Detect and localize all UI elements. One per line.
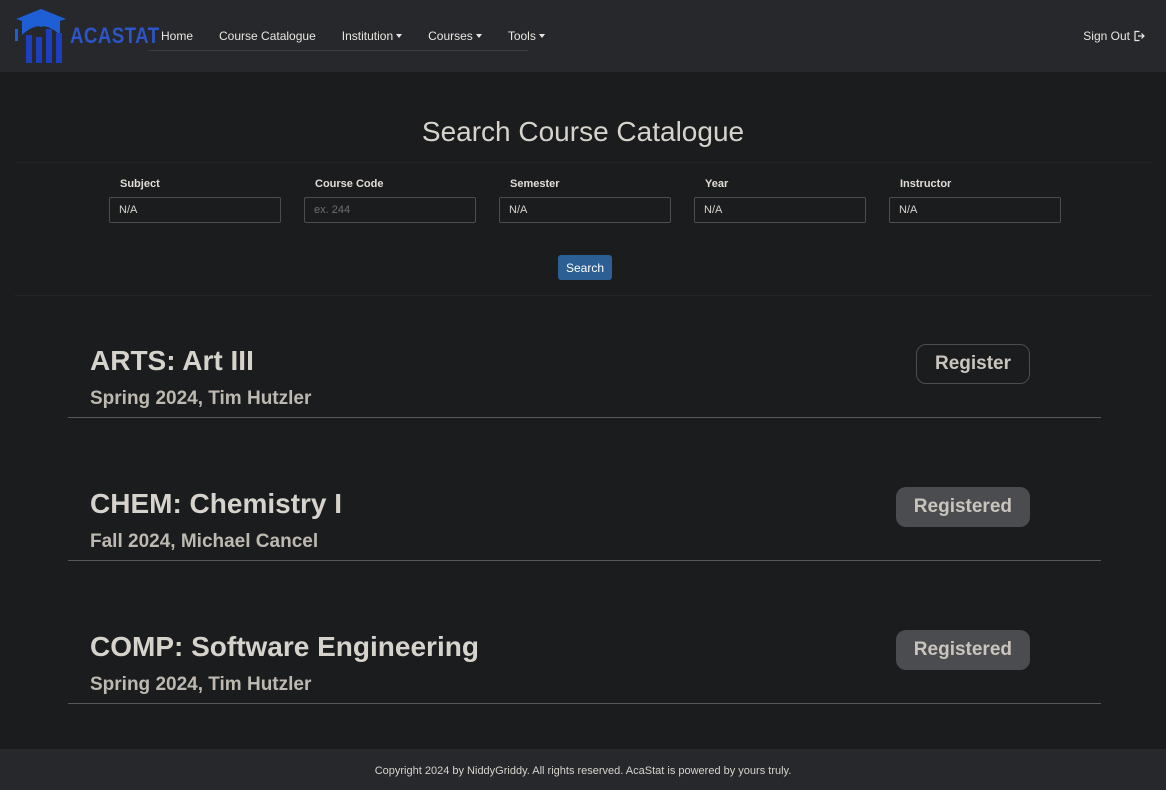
- instructor-field: Instructor: [889, 178, 1061, 223]
- course-title: ARTS: Art III: [90, 345, 254, 376]
- course-subtitle: Fall 2024, Michael Cancel: [90, 531, 319, 552]
- logo-graduation-cap-icon: [15, 9, 66, 63]
- course-list-item: CHEM: Chemistry I Fall 2024, Michael Can…: [68, 474, 1101, 561]
- course-title: COMP: Software Engineering: [90, 631, 479, 662]
- course-subtitle: Spring 2024, Tim Hutzler: [90, 388, 312, 409]
- nav-institution-label: Institution: [341, 29, 394, 43]
- year-label: Year: [705, 178, 729, 190]
- caret-down-icon: [538, 34, 545, 38]
- sign-out-icon: [1134, 30, 1145, 42]
- nav-home[interactable]: Home: [148, 29, 206, 43]
- course-list-item: COMP: Software Engineering Spring 2024, …: [68, 617, 1101, 704]
- year-input[interactable]: [694, 197, 866, 223]
- nav-course-catalogue[interactable]: Course Catalogue: [206, 29, 329, 43]
- course-code-label: Course Code: [315, 178, 384, 190]
- nav-courses-dropdown[interactable]: Courses: [415, 29, 495, 43]
- semester-field: Semester: [499, 178, 671, 223]
- subject-label: Subject: [120, 178, 160, 190]
- year-field: Year: [694, 178, 866, 223]
- nav-courses-label: Courses: [428, 29, 473, 43]
- sign-out-link[interactable]: Sign Out: [1083, 29, 1145, 43]
- course-code-field: Course Code: [304, 178, 476, 223]
- caret-down-icon: [396, 34, 403, 38]
- register-button[interactable]: Register: [915, 344, 1030, 384]
- subject-input[interactable]: [109, 197, 281, 223]
- instructor-input[interactable]: [889, 197, 1061, 223]
- course-title: CHEM: Chemistry I: [90, 488, 343, 519]
- registered-button[interactable]: Registered: [895, 487, 1030, 527]
- subject-field: Subject: [109, 178, 281, 223]
- search-button[interactable]: Search: [558, 255, 612, 280]
- nav-tools-label: Tools: [507, 29, 536, 43]
- nav-tools-dropdown[interactable]: Tools: [495, 29, 558, 43]
- semester-label: Semester: [510, 178, 560, 190]
- nav-institution-dropdown[interactable]: Institution: [329, 29, 415, 43]
- brand-name: ACASTAT: [70, 23, 160, 48]
- navbar: ACASTAT Home Course Catalogue Institutio…: [0, 0, 1166, 72]
- footer-copyright: Copyright 2024 by NiddyGriddy. All right…: [374, 765, 792, 777]
- instructor-label: Instructor: [900, 178, 952, 190]
- footer: Copyright 2024 by NiddyGriddy. All right…: [0, 749, 1166, 790]
- registered-button[interactable]: Registered: [895, 630, 1030, 670]
- caret-down-icon: [475, 34, 482, 38]
- course-list-item: ARTS: Art III Spring 2024, Tim Hutzler R…: [68, 331, 1101, 418]
- course-subtitle: Spring 2024, Tim Hutzler: [90, 674, 312, 695]
- sign-out-label: Sign Out: [1083, 29, 1130, 43]
- page-title: Search Course Catalogue: [421, 116, 745, 147]
- semester-input[interactable]: [499, 197, 671, 223]
- nav-links: Home Course Catalogue Institution Course…: [148, 0, 558, 72]
- course-code-input[interactable]: [304, 197, 476, 223]
